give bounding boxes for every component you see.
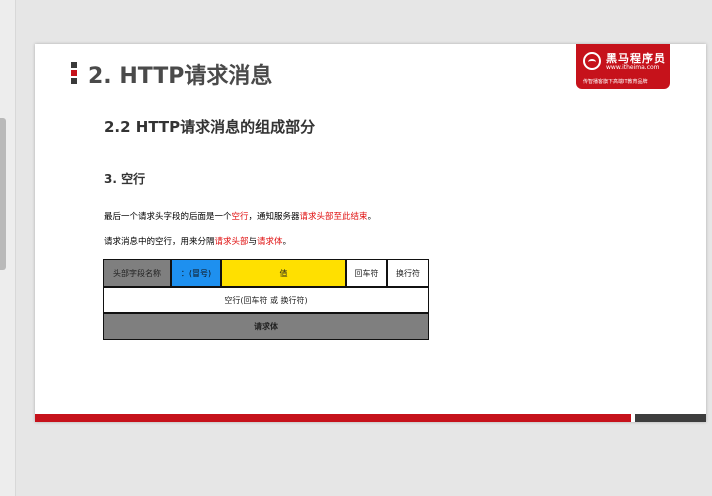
header-field-name-cell: 头部字段名称: [103, 259, 171, 287]
request-body-cell: 请求体: [103, 313, 429, 340]
p2-highlight-header: 请求头部: [214, 237, 249, 247]
logo-url: www.itheima.com: [606, 64, 660, 71]
p2-highlight-body: 请求体: [257, 237, 283, 247]
slide-title: 2. HTTP请求消息: [88, 64, 273, 89]
p2-text-mid: 与: [248, 237, 258, 247]
line-feed-cell: 换行符: [387, 259, 429, 287]
carriage-return-cell: 回车符: [346, 259, 387, 287]
section-heading: 3. 空行: [104, 172, 146, 186]
p1-text-end: 。: [367, 212, 377, 222]
paragraph-1: 最后一个请求头字段的后面是一个空行，通知服务器请求头部至此结束。: [104, 210, 376, 222]
p1-text-before: 最后一个请求头字段的后面是一个: [104, 212, 232, 222]
value-cell: 值: [221, 259, 346, 287]
slide: 2. HTTP请求消息 黑马程序员 www.itheima.com 传智播客旗下…: [35, 44, 706, 422]
p2-text-before: 请求消息中的空行，用来分隔: [104, 237, 215, 247]
horse-logo-icon: [583, 52, 601, 70]
footer-dark-bar: [635, 414, 706, 422]
p1-highlight-blank-line: 空行: [231, 212, 249, 222]
p1-text-mid: ，通知服务器: [248, 212, 300, 222]
scrollbar-thumb[interactable]: [0, 118, 6, 270]
p2-text-end: 。: [282, 237, 292, 247]
paragraph-2: 请求消息中的空行，用来分隔请求头部与请求体。: [104, 235, 291, 247]
brand-logo: 黑马程序员 www.itheima.com 传智播客旗下高端IT教育品牌: [576, 44, 670, 89]
colon-cell: ：(冒号): [171, 259, 221, 287]
slide-subtitle: 2.2 HTTP请求消息的组成部分: [104, 118, 316, 136]
footer-red-bar: [35, 414, 631, 422]
blank-line-cell: 空行(回车符 或 换行符): [103, 287, 429, 313]
request-structure-diagram: 头部字段名称 ：(冒号) 值 回车符 换行符 空行(回车符 或 换行符) 请求体: [103, 259, 429, 340]
title-bullet-icon: [71, 62, 77, 84]
p1-highlight-header-end: 请求头部至此结束: [299, 212, 368, 222]
logo-slogan: 传智播客旗下高端IT教育品牌: [583, 79, 648, 85]
